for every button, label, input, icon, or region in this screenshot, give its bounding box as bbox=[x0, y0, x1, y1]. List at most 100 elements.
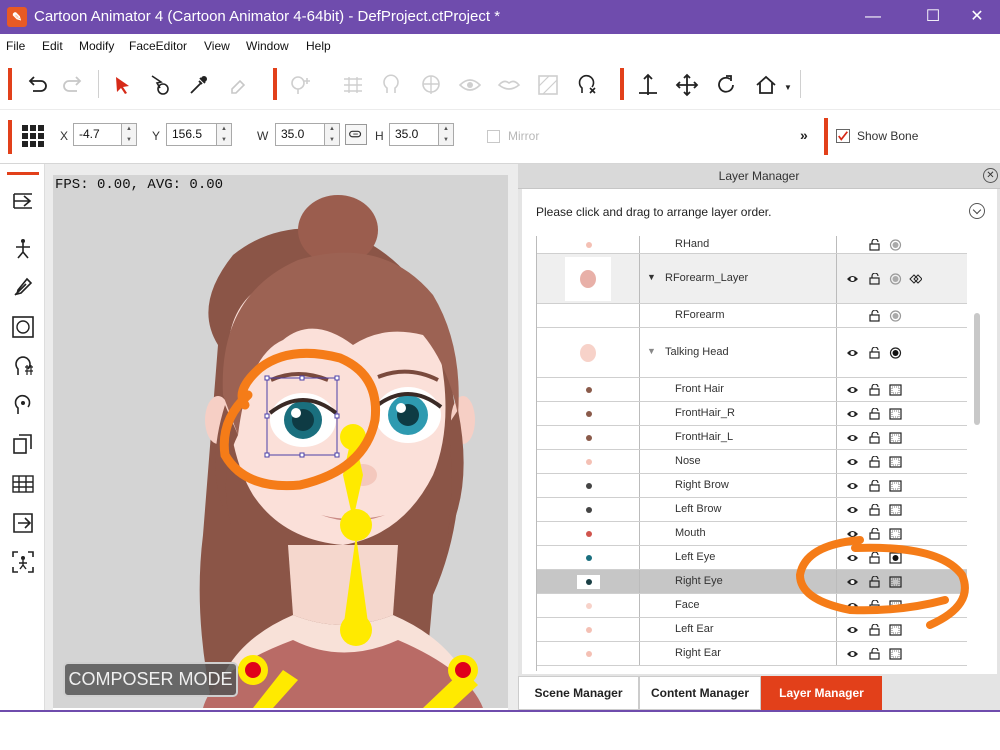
layer-name-cell[interactable]: Right Ear bbox=[640, 642, 837, 665]
texture-icon[interactable] bbox=[535, 72, 561, 98]
menu-file[interactable]: File bbox=[6, 39, 25, 53]
w-field[interactable]: 35.0 bbox=[275, 123, 325, 146]
visibility-eye-icon[interactable] bbox=[846, 504, 859, 516]
visibility-eye-icon[interactable] bbox=[846, 408, 859, 420]
lock-icon[interactable] bbox=[868, 345, 881, 359]
layer-mode-icon[interactable] bbox=[889, 503, 902, 516]
lock-icon[interactable] bbox=[868, 622, 881, 636]
layer-name-cell[interactable]: Face bbox=[640, 594, 837, 617]
home-icon[interactable] bbox=[753, 72, 779, 98]
character-canvas[interactable] bbox=[53, 175, 508, 708]
layer-name-cell[interactable]: Right Eye bbox=[640, 570, 837, 593]
lock-icon[interactable] bbox=[868, 454, 881, 468]
move-all-icon[interactable] bbox=[674, 72, 700, 98]
layer-row[interactable]: Face bbox=[537, 594, 967, 618]
menu-edit[interactable]: Edit bbox=[42, 39, 63, 53]
layer-mode-icon[interactable] bbox=[889, 551, 902, 564]
import-icon[interactable] bbox=[10, 188, 36, 214]
layer-mode-icon[interactable] bbox=[889, 383, 902, 396]
show-bone-checkbox[interactable] bbox=[836, 129, 850, 143]
export-icon[interactable] bbox=[10, 510, 36, 536]
flip-layers-icon[interactable] bbox=[10, 431, 36, 457]
face-puppet-icon[interactable] bbox=[379, 72, 405, 98]
layer-name-cell[interactable]: FrontHair_R bbox=[640, 402, 837, 425]
lock-icon[interactable] bbox=[868, 526, 881, 540]
visibility-eye-icon[interactable] bbox=[846, 528, 859, 540]
sprite-switch-icon[interactable] bbox=[10, 471, 36, 497]
layer-row[interactable]: RHand bbox=[537, 236, 967, 254]
face-key-icon[interactable] bbox=[574, 72, 600, 98]
lips-icon[interactable] bbox=[496, 72, 522, 98]
layer-row[interactable]: ▼ RForearm_Layer bbox=[537, 254, 967, 304]
more-tools-button[interactable]: » bbox=[800, 127, 808, 143]
layer-name-cell[interactable]: Left Ear bbox=[640, 618, 837, 641]
link-ratio-button[interactable] bbox=[345, 124, 367, 145]
menu-faceeditor[interactable]: FaceEditor bbox=[129, 39, 187, 53]
home-dropdown-arrow-icon[interactable]: ▼ bbox=[784, 83, 792, 92]
layer-row[interactable]: RForearm bbox=[537, 304, 967, 328]
layer-mode-icon[interactable] bbox=[889, 238, 902, 251]
mirror-checkbox[interactable] bbox=[487, 130, 500, 143]
layer-row[interactable]: Left Eye bbox=[537, 546, 967, 570]
lock-icon[interactable] bbox=[868, 646, 881, 660]
visibility-eye-icon[interactable] bbox=[846, 456, 859, 468]
body-puppet-icon[interactable] bbox=[418, 72, 444, 98]
x-field[interactable]: -4.7 bbox=[73, 123, 122, 146]
tab-scene-manager[interactable]: Scene Manager bbox=[518, 676, 639, 710]
pick-color-icon[interactable] bbox=[185, 72, 211, 98]
redo-icon[interactable] bbox=[60, 72, 86, 98]
lock-icon[interactable] bbox=[868, 574, 881, 588]
lock-icon[interactable] bbox=[868, 478, 881, 492]
add-bone-icon[interactable] bbox=[287, 72, 313, 98]
layer-row[interactable]: Left Brow bbox=[537, 498, 967, 522]
sprite-grid-icon[interactable] bbox=[340, 72, 366, 98]
layer-scrollbar[interactable] bbox=[974, 313, 980, 425]
maximize-button[interactable]: ☐ bbox=[910, 4, 956, 30]
y-stepper[interactable]: ▲ ▼ bbox=[217, 123, 232, 146]
select-icon[interactable] bbox=[110, 72, 136, 98]
layer-row[interactable]: Right Brow bbox=[537, 474, 967, 498]
bone-tool-icon[interactable] bbox=[10, 235, 36, 261]
move-vertical-icon[interactable] bbox=[635, 72, 661, 98]
layer-name-cell[interactable]: Nose bbox=[640, 450, 837, 473]
visibility-eye-icon[interactable] bbox=[846, 432, 859, 444]
layer-mode-icon[interactable] bbox=[889, 575, 902, 588]
lock-icon[interactable] bbox=[868, 430, 881, 444]
lock-icon[interactable] bbox=[868, 502, 881, 516]
layer-row[interactable]: Right Eye bbox=[537, 570, 967, 594]
layer-row[interactable]: Nose bbox=[537, 450, 967, 474]
lock-icon[interactable] bbox=[868, 308, 881, 322]
visibility-eye-icon[interactable] bbox=[846, 648, 859, 660]
visibility-eye-icon[interactable] bbox=[846, 552, 859, 564]
h-field[interactable]: 35.0 bbox=[389, 123, 439, 146]
composer-mode-badge[interactable]: COMPOSER MODE bbox=[63, 662, 238, 697]
layer-name-cell[interactable]: Right Brow bbox=[640, 474, 837, 497]
face-grid-icon[interactable] bbox=[10, 353, 36, 379]
eraser-icon[interactable] bbox=[225, 72, 251, 98]
close-icon[interactable]: ✕ bbox=[983, 168, 998, 183]
link-icon[interactable] bbox=[909, 273, 923, 285]
menu-modify[interactable]: Modify bbox=[79, 39, 114, 53]
layer-mode-icon[interactable] bbox=[889, 599, 902, 612]
layer-name-cell[interactable]: RForearm bbox=[640, 304, 837, 327]
visibility-eye-icon[interactable] bbox=[846, 347, 859, 359]
visibility-eye-icon[interactable] bbox=[846, 624, 859, 636]
layer-row[interactable]: Front Hair bbox=[537, 378, 967, 402]
layer-mode-icon[interactable] bbox=[889, 407, 902, 420]
h-stepper[interactable]: ▲ ▼ bbox=[439, 123, 454, 146]
fit-view-icon[interactable] bbox=[10, 549, 36, 575]
layer-mode-icon[interactable] bbox=[889, 309, 902, 322]
layer-row[interactable]: Right Ear bbox=[537, 642, 967, 666]
transform-icon[interactable] bbox=[147, 72, 173, 98]
grid-icon[interactable] bbox=[20, 123, 46, 149]
layer-mode-icon[interactable] bbox=[889, 647, 902, 660]
lock-icon[interactable] bbox=[868, 382, 881, 396]
expand-caret-icon[interactable]: ▼ bbox=[647, 272, 656, 282]
layer-mode-icon[interactable] bbox=[889, 272, 902, 285]
visibility-eye-icon[interactable] bbox=[846, 600, 859, 612]
layer-mode-icon[interactable] bbox=[889, 346, 902, 359]
layer-row[interactable]: Left Ear bbox=[537, 618, 967, 642]
lock-icon[interactable] bbox=[868, 406, 881, 420]
eye-icon[interactable] bbox=[457, 72, 483, 98]
menu-view[interactable]: View bbox=[204, 39, 230, 53]
